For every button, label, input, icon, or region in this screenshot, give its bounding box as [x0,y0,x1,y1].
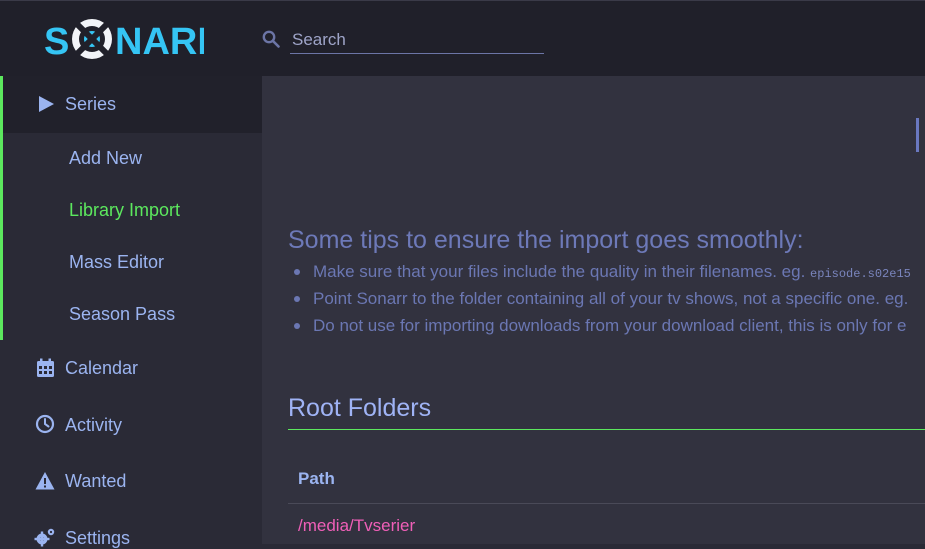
svg-text:S: S [44,21,69,63]
sidebar-item-label: Settings [65,528,131,548]
tip-text: Point Sonarr to the folder containing al… [313,289,909,308]
tip-code: episode.s02e15 [810,267,911,281]
sidebar-item-label: Activity [65,415,123,435]
sidebar-subitem-library-import[interactable]: Library Import [69,200,180,221]
sidebar-item-label: Calendar [65,358,139,378]
root-folders-title: Root Folders [288,394,432,422]
top-bar: S NARR [0,0,925,76]
tip-text: Do not use for importing downloads from … [313,316,907,335]
cogs-icon [34,528,55,547]
sidebar-subitem-season-pass[interactable]: Season Pass [69,304,175,325]
sonarr-logo[interactable]: S NARR [44,15,204,65]
sidebar-item-label: Series [65,94,117,114]
sidebar: Series Add New Library Import Mass Edito… [0,76,262,548]
sidebar-item-wanted[interactable]: Wanted [0,452,262,506]
tip-text: Make sure that your files include the qu… [313,262,811,281]
search-icon [262,30,280,48]
sidebar-item-calendar[interactable]: Calendar [0,340,262,394]
play-icon [39,96,54,112]
tips-list: Make sure that your files include the qu… [288,258,911,339]
root-folder-path-link[interactable]: /media/Tvserier [298,516,415,536]
svg-text:NARR: NARR [115,21,204,63]
search-box [262,27,544,55]
sidebar-subitem-add-new[interactable]: Add New [69,148,142,169]
sidebar-item-label: Wanted [65,471,127,491]
sidebar-item-series[interactable]: Series [3,76,262,133]
list-item: Point Sonarr to the folder containing al… [288,285,911,312]
warning-icon [35,472,55,490]
main-content: Some tips to ensure the import goes smoo… [262,76,925,544]
text-cursor [916,118,919,152]
sidebar-item-settings[interactable]: Settings [0,508,262,548]
sidebar-item-activity[interactable]: Activity [0,396,262,450]
calendar-icon [37,358,54,377]
search-input[interactable] [290,27,544,54]
list-item: Make sure that your files include the qu… [288,258,911,285]
clock-icon [35,414,55,434]
list-item: Do not use for importing downloads from … [288,312,911,339]
sidebar-subitem-mass-editor[interactable]: Mass Editor [69,252,164,273]
column-header-path: Path [298,469,335,488]
divider [288,429,925,430]
divider [288,503,925,504]
tips-title: Some tips to ensure the import goes smoo… [288,226,804,254]
series-nav-group: Series Add New Library Import Mass Edito… [0,76,262,340]
